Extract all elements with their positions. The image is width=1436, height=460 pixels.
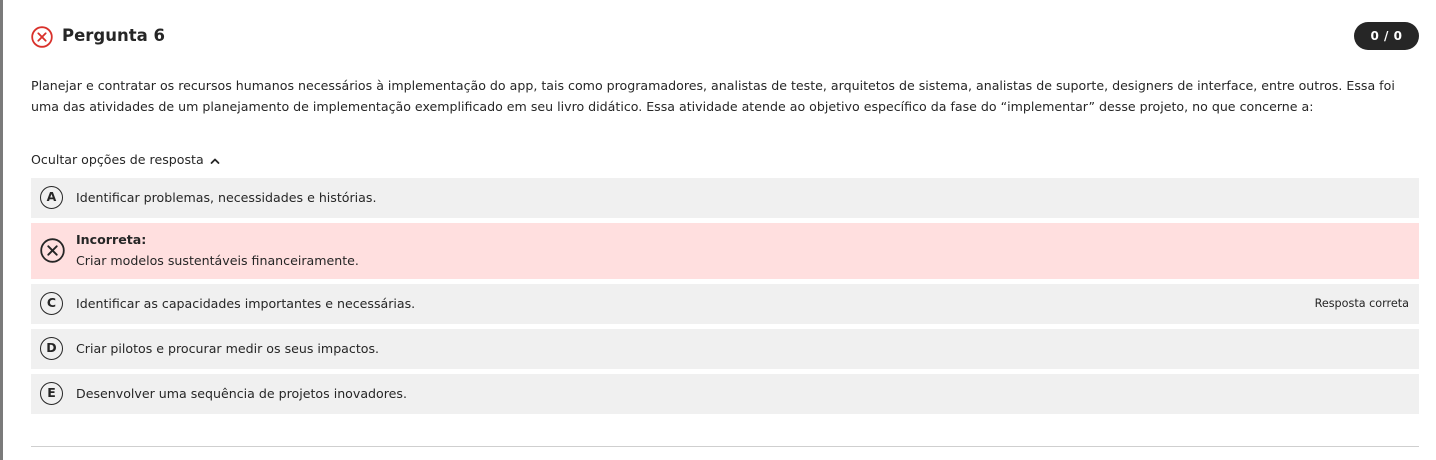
- x-circle-icon: [40, 238, 65, 263]
- toggle-label: Ocultar opções de resposta: [31, 152, 204, 167]
- option-text-d: Criar pilotos e procurar medir os seus i…: [76, 341, 380, 356]
- answer-option-b-incorrect[interactable]: Incorreta: Criar modelos sustentáveis fi…: [31, 223, 1419, 279]
- answer-option-a[interactable]: A Identificar problemas, necessidades e …: [31, 178, 1419, 218]
- option-text-e: Desenvolver uma sequência de projetos in…: [76, 386, 407, 401]
- option-letter-a: A: [40, 186, 63, 209]
- answer-option-d[interactable]: D Criar pilotos e procurar medir os seus…: [31, 329, 1419, 369]
- option-text-b: Criar modelos sustentáveis financeiramen…: [76, 253, 359, 268]
- answer-option-e[interactable]: E Desenvolver uma sequência de projetos …: [31, 374, 1419, 414]
- score-badge: 0 / 0: [1354, 22, 1419, 50]
- question-header: Pergunta 6 0 / 0: [31, 22, 1419, 50]
- hide-answer-options-toggle[interactable]: Ocultar opções de resposta: [31, 150, 220, 171]
- option-letter-c: C: [40, 292, 63, 315]
- option-text-a: Identificar problemas, necessidades e hi…: [76, 190, 377, 205]
- chevron-up-icon: [210, 151, 220, 171]
- left-border: [0, 0, 3, 460]
- correct-answer-tag: Resposta correta: [1314, 297, 1409, 310]
- answer-option-c[interactable]: C Identificar as capacidades importantes…: [31, 284, 1419, 324]
- incorrect-status-icon: [31, 26, 53, 48]
- incorrect-label: Incorreta:: [76, 232, 147, 247]
- section-divider: [31, 446, 1419, 447]
- question-text: Planejar e contratar os recursos humanos…: [31, 78, 1395, 114]
- option-letter-e: E: [40, 382, 63, 405]
- option-letter-d: D: [40, 337, 63, 360]
- question-title: Pergunta 6: [62, 26, 165, 45]
- option-text-c: Identificar as capacidades importantes e…: [76, 296, 416, 311]
